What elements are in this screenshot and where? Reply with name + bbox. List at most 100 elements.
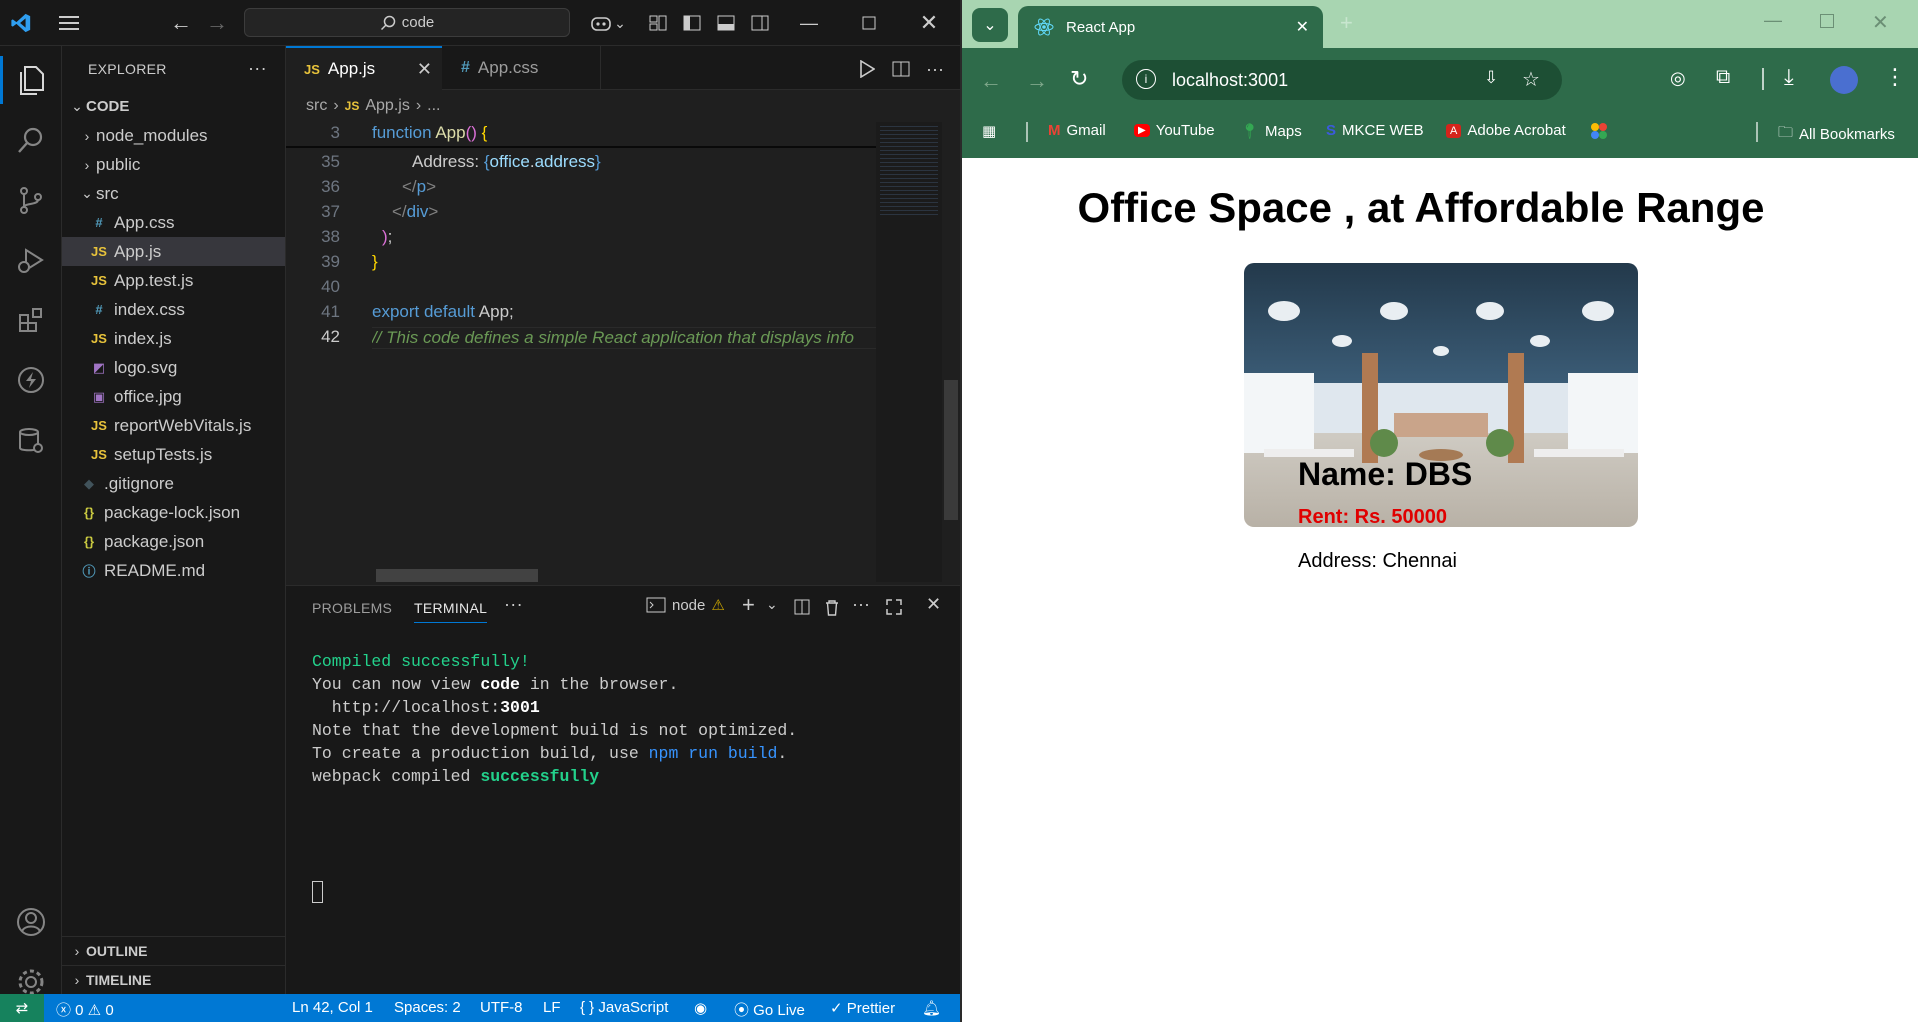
language-mode[interactable]: { } JavaScript xyxy=(580,999,668,1016)
back-arrow-icon[interactable]: ← xyxy=(168,10,194,36)
file-tree-item[interactable]: JS setupTests.js xyxy=(62,440,285,469)
minimap[interactable] xyxy=(876,122,942,582)
terminal-selector[interactable]: node ⚠ xyxy=(646,596,725,614)
breadcrumb-item[interactable]: App.js xyxy=(365,97,409,115)
install-app-icon[interactable]: ⇩ xyxy=(1484,68,1498,88)
editor-more-icon[interactable]: ··· xyxy=(922,56,948,82)
cursor-position[interactable]: Ln 42, Col 1 xyxy=(292,999,373,1016)
bookmark-mkce-web[interactable]: S MKCE WEB xyxy=(1326,122,1424,139)
address-bar[interactable]: i localhost:3001 ☆ ⇩ xyxy=(1122,60,1562,100)
copilot-icon[interactable]: ⌄ xyxy=(588,10,628,36)
search-icon[interactable] xyxy=(0,116,62,164)
panel-more-icon[interactable]: ··· xyxy=(504,594,523,615)
source-control-icon[interactable] xyxy=(0,176,62,224)
tab-app-css[interactable]: # App.css xyxy=(443,46,601,90)
breadcrumb-item[interactable]: src xyxy=(306,97,327,115)
timeline-section[interactable]: › TIMELINE xyxy=(62,965,285,994)
terminal-cursor[interactable] xyxy=(312,881,323,903)
minimize-icon[interactable]: — xyxy=(796,10,822,36)
file-tree-item[interactable]: ◆ .gitignore xyxy=(62,469,285,498)
run-file-icon[interactable] xyxy=(854,56,880,82)
file-tree-item[interactable]: JS reportWebVitals.js xyxy=(62,411,285,440)
extensions-puzzle-icon[interactable]: ⧉ xyxy=(1716,66,1730,89)
tab-problems[interactable]: PROBLEMS xyxy=(312,600,392,616)
more-actions-icon[interactable]: ··· xyxy=(248,58,267,79)
new-tab-icon[interactable]: + xyxy=(1340,10,1353,36)
file-tree-item[interactable]: › node_modules xyxy=(62,121,285,150)
all-bookmarks[interactable]: 🗀︎ All Bookmarks xyxy=(1778,122,1895,147)
trash-icon[interactable] xyxy=(822,598,842,616)
remote-explorer-icon[interactable] xyxy=(0,356,62,404)
split-terminal-icon[interactable] xyxy=(792,598,812,616)
avatar[interactable] xyxy=(1830,66,1858,94)
encoding[interactable]: UTF-8 xyxy=(480,999,523,1016)
outline-section[interactable]: › OUTLINE xyxy=(62,936,285,965)
close-tab-icon[interactable]: ✕ xyxy=(1296,17,1309,37)
file-tree-item[interactable]: › public xyxy=(62,150,285,179)
bookmark-maps[interactable]: 📍︎ Maps xyxy=(1240,122,1302,141)
toggle-secondary-sidebar-icon[interactable] xyxy=(748,10,772,36)
forward-arrow-icon[interactable]: → xyxy=(204,10,230,36)
notifications-icon[interactable]: 🔔︎ xyxy=(922,999,941,1017)
file-tree-item[interactable]: # App.css xyxy=(62,208,285,237)
indentation[interactable]: Spaces: 2 xyxy=(394,999,461,1016)
code-editor[interactable]: 3 function App() { 35 Address: {office.a… xyxy=(286,122,876,582)
photos-pinwheel-icon[interactable] xyxy=(1590,122,1608,140)
minimize-icon[interactable]: — xyxy=(1764,10,1782,31)
file-tree-item[interactable]: ▣ office.jpg xyxy=(62,382,285,411)
back-arrow-icon[interactable]: ← xyxy=(980,68,1002,94)
file-tree-item[interactable]: JS App.js xyxy=(62,237,285,266)
close-window-icon[interactable]: ✕ xyxy=(916,10,942,36)
site-info-icon[interactable]: i xyxy=(1136,69,1156,89)
file-tree-item[interactable]: {} package.json xyxy=(62,527,285,556)
reload-icon[interactable]: ↻ xyxy=(1070,66,1088,92)
go-live-button[interactable]: ⦿ Go Live xyxy=(734,999,805,1020)
browser-tab[interactable]: React App ✕ xyxy=(1018,6,1323,48)
account-icon[interactable] xyxy=(0,898,62,946)
split-editor-icon[interactable] xyxy=(888,56,914,82)
chevron-down-icon[interactable]: ⌄ xyxy=(766,596,778,613)
bookmark-gmail[interactable]: M Gmail xyxy=(1048,122,1106,139)
close-window-icon[interactable]: ✕ xyxy=(1872,10,1889,35)
file-tree-item[interactable]: # index.css xyxy=(62,295,285,324)
menu-icon[interactable] xyxy=(56,10,82,36)
folder-root[interactable]: ⌄ CODE xyxy=(62,92,285,121)
explorer-icon[interactable] xyxy=(0,56,62,104)
command-center-search[interactable]: code xyxy=(244,8,570,37)
downloads-icon[interactable]: ⤓ xyxy=(1784,64,1794,90)
maximize-icon[interactable] xyxy=(1820,14,1834,28)
bookmark-adobe-acrobat[interactable]: A Adobe Acrobat xyxy=(1446,122,1566,139)
file-tree-item[interactable]: ◩ logo.svg xyxy=(62,353,285,382)
bookmark-youtube[interactable]: ▶ YouTube xyxy=(1134,122,1215,139)
file-tree-item[interactable]: {} package-lock.json xyxy=(62,498,285,527)
run-debug-icon[interactable] xyxy=(0,236,62,284)
tab-terminal[interactable]: TERMINAL xyxy=(414,600,488,623)
customize-layout-icon[interactable] xyxy=(646,10,670,36)
forward-arrow-icon[interactable]: → xyxy=(1026,68,1048,94)
problems-status[interactable]: ⓧ 0 ⚠ 0 xyxy=(56,999,114,1020)
end-of-line[interactable]: LF xyxy=(543,999,561,1016)
terminal-more-icon[interactable]: ··· xyxy=(852,594,870,615)
bookmark-star-icon[interactable]: ☆ xyxy=(1522,67,1540,92)
maximize-icon[interactable] xyxy=(856,10,882,36)
breadcrumb-item[interactable]: ... xyxy=(427,97,440,115)
close-tab-icon[interactable]: ✕ xyxy=(417,59,432,80)
extension-icon[interactable]: ◎ xyxy=(1670,68,1686,89)
toggle-sidebar-icon[interactable] xyxy=(680,10,704,36)
horizontal-scrollbar[interactable] xyxy=(376,569,538,582)
vertical-scrollbar[interactable] xyxy=(944,380,958,520)
toggle-panel-icon[interactable] xyxy=(714,10,738,36)
file-tree-item[interactable]: ⌄ src xyxy=(62,179,285,208)
file-tree-item[interactable]: JS App.test.js xyxy=(62,266,285,295)
extensions-icon[interactable] xyxy=(0,296,62,344)
prettier-status[interactable]: ✓ Prettier xyxy=(830,999,895,1017)
file-tree-item[interactable]: JS index.js xyxy=(62,324,285,353)
database-icon[interactable] xyxy=(0,416,62,464)
tab-app-js[interactable]: JS App.js ✕ xyxy=(286,46,442,90)
new-terminal-icon[interactable]: + xyxy=(742,592,755,618)
copilot-status-icon[interactable]: ◉ xyxy=(694,999,707,1017)
maximize-panel-icon[interactable] xyxy=(884,598,904,616)
close-panel-icon[interactable]: ✕ xyxy=(926,594,941,615)
tab-search-icon[interactable]: ⌄ xyxy=(972,8,1008,42)
file-tree-item[interactable]: ⓘ README.md xyxy=(62,556,285,585)
